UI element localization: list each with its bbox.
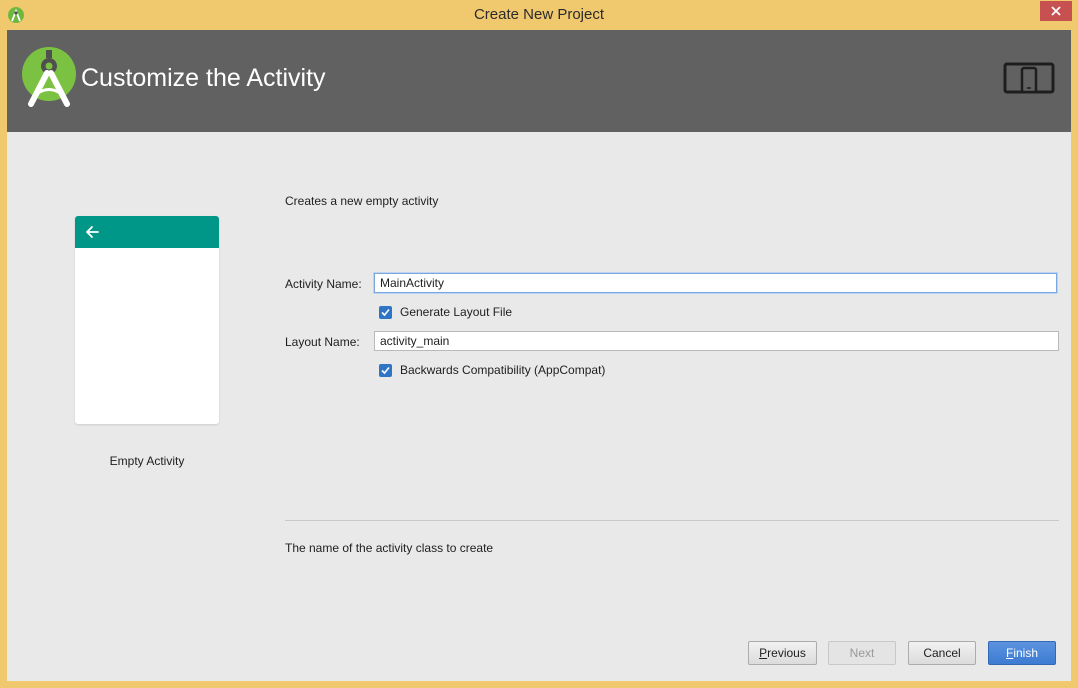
- activity-description: Creates a new empty activity: [285, 194, 439, 208]
- previous-label: revious: [767, 646, 806, 660]
- activity-type-label: Empty Activity: [109, 454, 185, 468]
- dialog-content: Customize the Activity Empty Activity Cr…: [7, 30, 1071, 681]
- activity-name-input[interactable]: [374, 273, 1057, 293]
- phone-tablet-icon: [1003, 62, 1055, 94]
- generate-layout-check-box[interactable]: [379, 305, 392, 319]
- checkmark-icon: [381, 366, 390, 374]
- finish-button[interactable]: Finish: [988, 641, 1056, 665]
- next-button[interactable]: Next: [828, 641, 896, 665]
- window-title-bar: Create New Project: [0, 0, 1078, 30]
- android-studio-logo: [22, 47, 76, 107]
- layout-name-input[interactable]: [374, 331, 1059, 351]
- activity-preview: [75, 216, 219, 424]
- checkmark-icon: [381, 308, 390, 316]
- generate-layout-checkbox[interactable]: Generate Layout File: [379, 305, 512, 319]
- back-arrow-icon: [86, 226, 99, 238]
- backwards-compat-label: Backwards Compatibility (AppCompat): [400, 363, 606, 377]
- window-title: Create New Project: [473, 6, 605, 23]
- previous-mnemonic: P: [759, 646, 768, 660]
- finish-label: inish: [1013, 646, 1039, 660]
- cancel-button[interactable]: Cancel: [908, 641, 976, 665]
- activity-name-label: Activity Name:: [285, 277, 362, 291]
- close-button[interactable]: [1040, 1, 1072, 21]
- backwards-compat-check-box[interactable]: [379, 363, 392, 377]
- previous-button[interactable]: Previous: [748, 641, 817, 665]
- preview-app-bar: [75, 216, 219, 248]
- page-title: Customize the Activity: [81, 64, 326, 92]
- layout-name-label: Layout Name:: [285, 335, 360, 349]
- generate-layout-label: Generate Layout File: [400, 305, 513, 319]
- field-help-text: The name of the activity class to create: [285, 541, 494, 555]
- close-icon: [1051, 6, 1061, 16]
- divider: [285, 520, 1059, 521]
- wizard-header: Customize the Activity: [7, 30, 1071, 132]
- backwards-compat-checkbox[interactable]: Backwards Compatibility (AppCompat): [379, 363, 605, 377]
